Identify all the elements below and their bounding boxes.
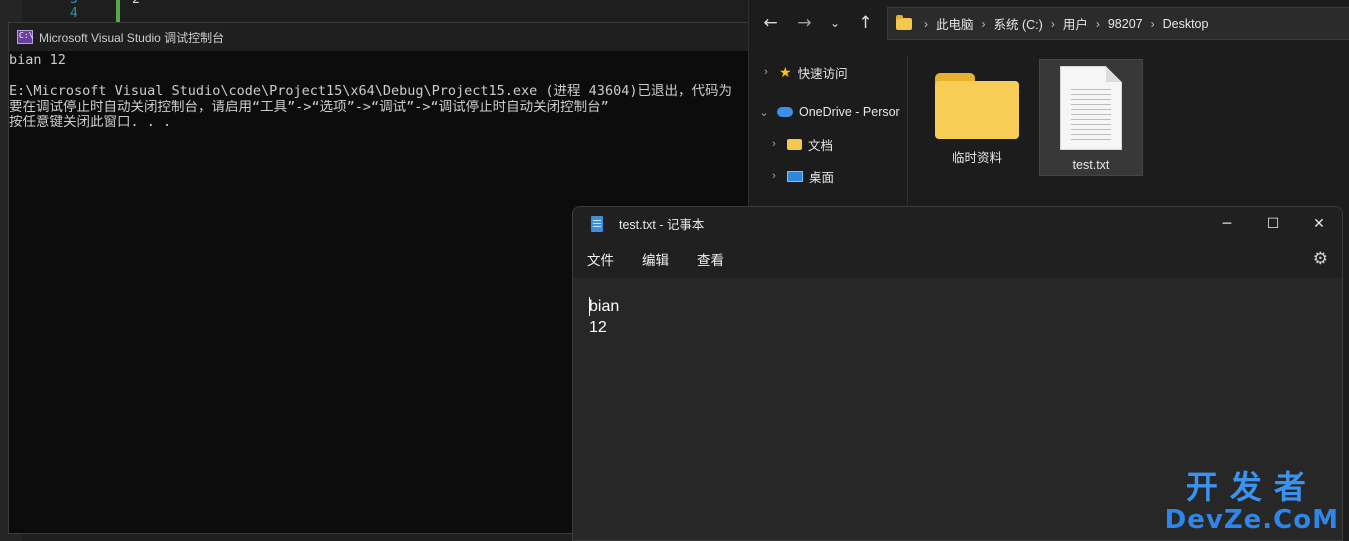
breadcrumb-item[interactable]: Desktop <box>1163 17 1209 31</box>
chevron-right-icon: › <box>1095 16 1100 31</box>
notepad-text-area[interactable]: bian 12 <box>573 278 1342 338</box>
tree-item-desktop[interactable]: › 桌面 <box>749 160 909 192</box>
arrow-right-icon[interactable]: → <box>789 8 820 38</box>
notepad-titlebar[interactable]: test.txt - 记事本 ─ ☐ ✕ <box>573 207 1342 240</box>
star-icon: ★ <box>779 63 792 80</box>
file-label: 临时资料 <box>951 151 1002 165</box>
folder-icon <box>935 73 1019 139</box>
text-line: bian <box>589 298 620 315</box>
close-button[interactable]: ✕ <box>1296 207 1342 240</box>
chevron-right-icon[interactable]: › <box>767 170 781 182</box>
console-title: Microsoft Visual Studio 调试控制台 <box>39 30 225 45</box>
console-app-icon <box>17 30 33 44</box>
pane-divider[interactable] <box>907 56 908 206</box>
notepad-menubar: 文件 编辑 查看 ⚙ <box>573 240 1342 278</box>
console-line: bian 12 <box>9 53 66 68</box>
chevron-right-icon[interactable]: › <box>767 138 781 150</box>
menu-file[interactable]: 文件 <box>587 245 614 273</box>
chevron-right-icon: › <box>981 16 986 31</box>
tree-item-label: 快速访问 <box>797 66 848 81</box>
line-number: 4 <box>70 6 78 21</box>
chevron-right-icon: › <box>1150 16 1155 31</box>
tree-item-label: 桌面 <box>809 170 835 185</box>
text-caret <box>589 297 590 316</box>
watermark-top: 开发者 <box>1185 468 1318 506</box>
code-editor-strip: 3 4 2 <box>0 0 760 541</box>
notepad-title: test.txt - 记事本 <box>619 218 705 232</box>
console-titlebar[interactable]: Microsoft Visual Studio 调试控制台 <box>9 23 763 51</box>
console-line: E:\Microsoft Visual Studio\code\Project1… <box>9 84 732 99</box>
navigation-pane: › ★ 快速访问 ⌄ OneDrive - Persor › 文档 › 桌面 <box>749 56 909 192</box>
watermark-bottom: DevZe.CoM <box>1164 505 1339 535</box>
tree-item-quick-access[interactable]: › ★ 快速访问 <box>749 56 909 88</box>
gear-icon[interactable]: ⚙ <box>1313 249 1328 269</box>
address-bar[interactable]: › 此电脑 › 系统 (C:) › 用户 › 98207 › Desktop <box>887 7 1349 40</box>
notepad-icon <box>591 215 603 232</box>
console-line: 按任意键关闭此窗口. . . <box>9 115 172 130</box>
chevron-right-icon: › <box>924 16 928 31</box>
change-indicator-bar <box>116 0 120 22</box>
site-watermark: 开发者 DevZe.CoM <box>1165 469 1339 535</box>
code-fragment: 2 <box>132 0 140 7</box>
file-label: test.txt <box>1072 158 1110 172</box>
menu-edit[interactable]: 编辑 <box>642 245 669 273</box>
chevron-down-icon[interactable]: ⌄ <box>757 106 771 119</box>
folder-icon <box>896 14 912 30</box>
text-line: 12 <box>589 319 607 336</box>
breadcrumb-item[interactable]: 此电脑 <box>936 14 974 33</box>
desktop-icon <box>787 170 803 182</box>
arrow-left-icon[interactable]: ← <box>755 8 786 38</box>
arrow-up-icon[interactable]: ↑ <box>850 8 881 38</box>
tree-item-label: OneDrive - Persor <box>799 105 900 119</box>
file-item[interactable]: 临时资料 <box>925 59 1029 176</box>
tree-item-onedrive[interactable]: ⌄ OneDrive - Persor <box>749 96 909 128</box>
tree-item-label: 文档 <box>808 138 834 153</box>
menu-view[interactable]: 查看 <box>697 245 724 273</box>
tree-item-documents[interactable]: › 文档 <box>749 128 909 160</box>
cloud-icon <box>777 107 793 117</box>
chevron-right-icon[interactable]: › <box>759 66 773 78</box>
chevron-right-icon: › <box>1050 16 1055 31</box>
breadcrumb-item[interactable]: 用户 <box>1063 14 1088 33</box>
folder-icon <box>787 138 802 150</box>
minimize-button[interactable]: ─ <box>1204 207 1250 240</box>
chevron-down-icon[interactable]: ⌄ <box>823 8 847 38</box>
breadcrumb-item[interactable]: 系统 (C:) <box>994 14 1043 33</box>
file-item-selected[interactable]: test.txt <box>1039 59 1143 176</box>
breadcrumb-item[interactable]: 98207 <box>1108 17 1143 31</box>
text-file-icon <box>1060 66 1122 150</box>
console-line: 要在调试停止时自动关闭控制台，请启用“工具”->“选项”->“调试”->“调试停… <box>9 99 609 115</box>
console-output[interactable]: bian 12 E:\Microsoft Visual Studio\code\… <box>9 51 763 131</box>
maximize-button[interactable]: ☐ <box>1250 207 1296 240</box>
